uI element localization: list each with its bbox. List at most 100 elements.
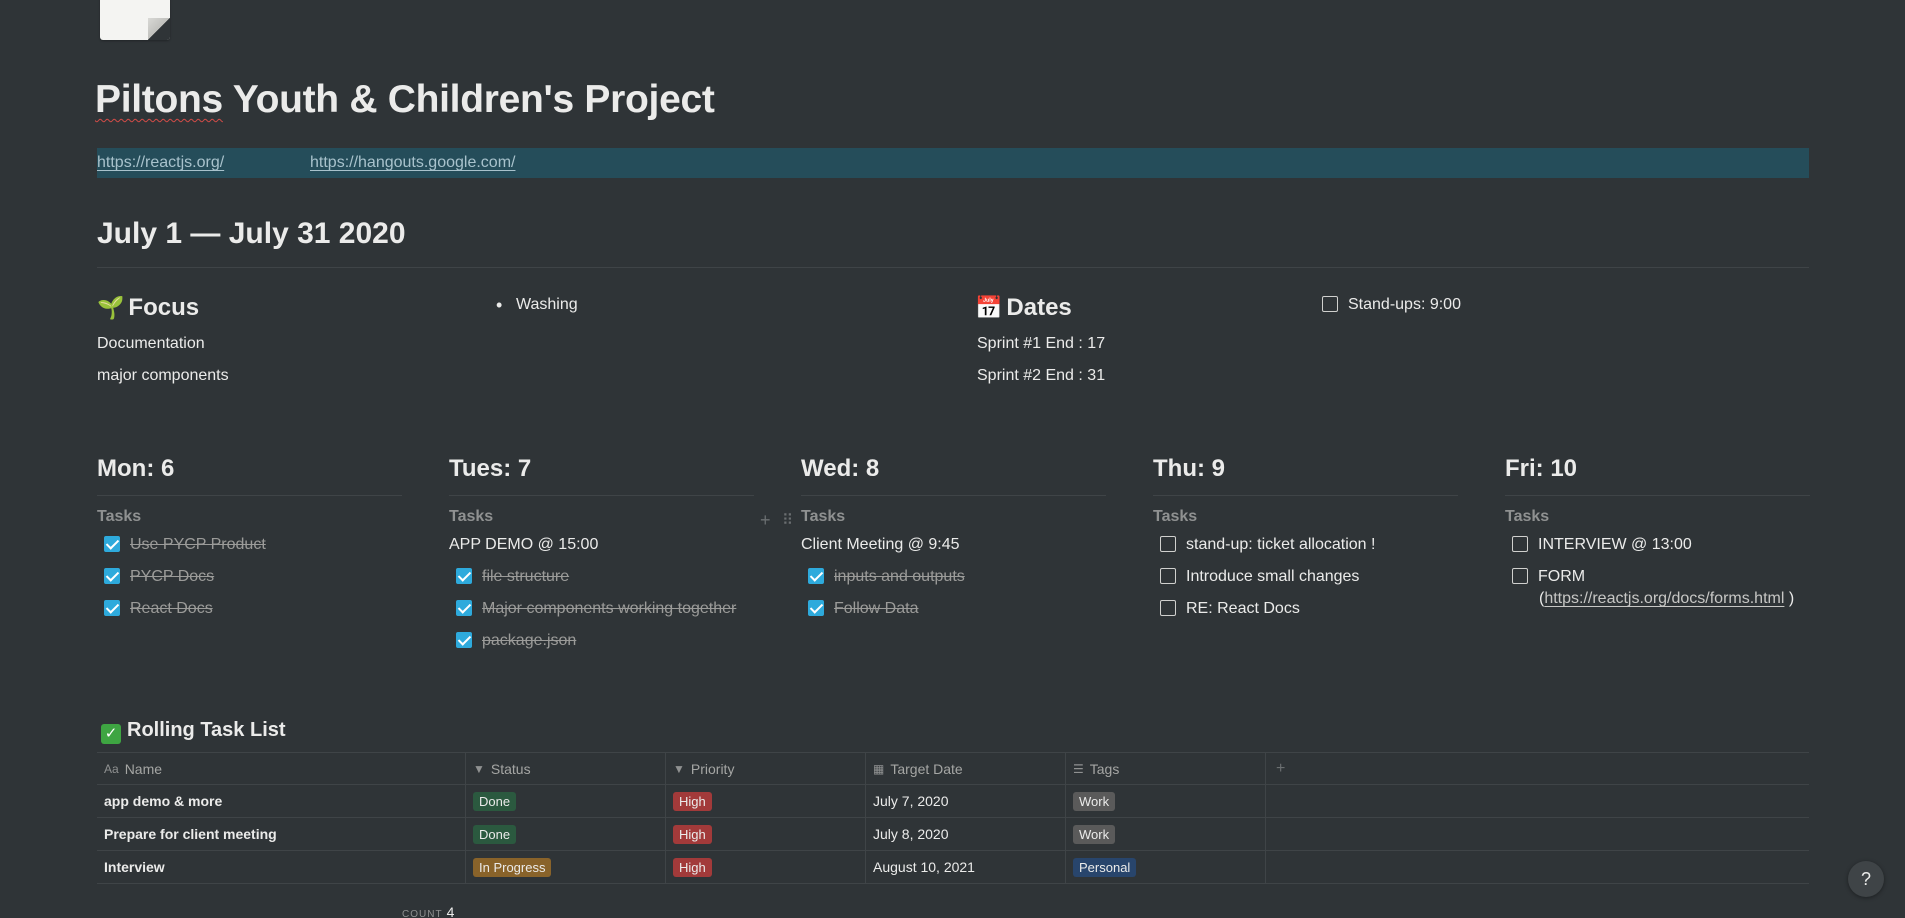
checkbox-icon[interactable] <box>1160 568 1176 584</box>
column-label: Tags <box>1089 760 1120 777</box>
count-label: COUNT <box>402 909 443 918</box>
tasks-label: Tasks <box>97 508 142 525</box>
checkbox-icon[interactable] <box>1512 536 1528 552</box>
cell-tags[interactable]: Work <box>1066 785 1266 817</box>
month-heading: July 1 — July 31 2020 <box>97 217 406 250</box>
forms-docs-link[interactable]: https://reactjs.org/docs/forms.html <box>1544 590 1784 607</box>
cell-empty[interactable] <box>1266 851 1809 883</box>
todo-label: file structure <box>482 568 570 585</box>
title-misspelled-word: Piltons <box>95 78 223 121</box>
todo-label: Major components working together <box>482 600 737 617</box>
day-heading: Wed: 8 <box>801 455 880 482</box>
focus-line: Documentation <box>97 335 205 352</box>
links-callout: https://reactjs.org/ https://hangouts.go… <box>97 148 1809 178</box>
tag-chip: Work <box>1073 824 1116 844</box>
checkbox-icon[interactable] <box>1322 296 1338 312</box>
rolling-task-list-heading[interactable]: ✓ Rolling Task List <box>101 719 286 744</box>
column-header-priority[interactable]: ▼ Priority <box>666 753 866 784</box>
plus-icon: + <box>1276 759 1286 777</box>
divider <box>97 495 402 496</box>
priority-tag: High <box>673 857 712 877</box>
divider <box>1153 495 1458 496</box>
column-label: Target Date <box>890 760 963 777</box>
cell-empty[interactable] <box>1266 818 1809 850</box>
add-block-icon[interactable]: + <box>760 510 771 531</box>
tag-chip: Personal <box>1073 857 1137 877</box>
day-column-fri: Fri: 10 Tasks INTERVIEW @ 13:00 FORM (htt… <box>1505 455 1810 610</box>
table-row[interactable]: app demo & more Done High July 7, 2020 Work <box>97 785 1809 818</box>
column-header-name[interactable]: Aa Name <box>97 753 466 784</box>
bulleted-item: Washing <box>496 295 578 316</box>
column-header-status[interactable]: ▼ Status <box>466 753 666 784</box>
checkbox-icon[interactable] <box>1512 568 1528 584</box>
checked-checkbox-icon[interactable] <box>104 536 120 552</box>
checkmark-icon: ✓ <box>101 724 121 744</box>
cell-status[interactable]: Done <box>466 818 666 850</box>
cell-target-date[interactable]: August 10, 2021 <box>866 851 1066 883</box>
count-footer: COUNT 4 <box>402 904 454 918</box>
form-link-close: ) <box>1784 590 1795 607</box>
todo-label: package.json <box>482 632 577 649</box>
select-property-icon: ▼ <box>673 761 685 776</box>
focus-line: major components <box>97 367 229 384</box>
divider <box>449 495 754 496</box>
checkbox-icon[interactable] <box>1160 536 1176 552</box>
cell-target-date[interactable]: July 7, 2020 <box>866 785 1066 817</box>
todo-item: package.json <box>449 630 754 662</box>
todo-item: PYCP Docs <box>97 566 402 598</box>
cell-tags[interactable]: Personal <box>1066 851 1266 883</box>
todo-item: FORM (https://reactjs.org/docs/forms.html… <box>1505 566 1810 610</box>
text-line: APP DEMO @ 15:00 <box>449 536 599 553</box>
title-rest: Youth & Children's Project <box>222 78 715 121</box>
todo-item: file structure <box>449 566 754 598</box>
drag-handle-icon[interactable]: ⠿ <box>782 511 793 529</box>
checked-checkbox-icon[interactable] <box>456 632 472 648</box>
cell-empty[interactable] <box>1266 785 1809 817</box>
list-property-icon: ☰ <box>1073 761 1084 776</box>
cell-target-date[interactable]: July 8, 2020 <box>866 818 1066 850</box>
checked-checkbox-icon[interactable] <box>456 600 472 616</box>
day-column-thu: Thu: 9 Tasks stand-up: ticket allocation… <box>1153 455 1458 630</box>
select-property-icon: ▼ <box>473 761 485 776</box>
todo-label: RE: React Docs <box>1186 600 1300 617</box>
checked-checkbox-icon[interactable] <box>104 568 120 584</box>
page-title[interactable]: Piltons Youth & Children's Project <box>95 78 715 122</box>
link-reactjs[interactable]: https://reactjs.org/ <box>97 154 224 172</box>
day-heading: Tues: 7 <box>449 455 532 482</box>
table-row[interactable]: Interview In Progress High August 10, 2021 P… <box>97 851 1809 884</box>
day-column-wed: Wed: 8 Tasks Client Meeting @ 9:45 input… <box>801 455 1106 630</box>
column-header-tags[interactable]: ☰ Tags <box>1066 753 1266 784</box>
todo-item: Follow Data <box>801 598 1106 630</box>
focus-heading: 🌱 Focus <box>97 294 199 322</box>
link-hangouts[interactable]: https://hangouts.google.com/ <box>310 154 515 172</box>
cell-status[interactable]: In Progress <box>466 851 666 883</box>
cell-name[interactable]: Interview <box>97 851 466 883</box>
focus-heading-label: Focus <box>128 294 200 321</box>
seedling-icon: 🌱 <box>97 295 125 320</box>
page-icon[interactable] <box>100 0 170 40</box>
todo-item: stand-up: ticket allocation ! <box>1153 534 1458 566</box>
checked-checkbox-icon[interactable] <box>808 600 824 616</box>
task-name: Prepare for client meeting <box>104 826 277 842</box>
cell-name[interactable]: Prepare for client meeting <box>97 818 466 850</box>
add-column-button[interactable]: + <box>1266 753 1809 784</box>
cell-priority[interactable]: High <box>666 851 866 883</box>
cell-priority[interactable]: High <box>666 818 866 850</box>
todo-label: Use PYCP Product <box>130 536 266 553</box>
tasks-label: Tasks <box>449 508 494 525</box>
rolling-heading-label: Rolling Task List <box>127 719 286 741</box>
status-tag: Done <box>473 791 517 811</box>
checkbox-icon[interactable] <box>1160 600 1176 616</box>
todo-label: Follow Data <box>834 600 919 617</box>
cell-priority[interactable]: High <box>666 785 866 817</box>
column-header-target-date[interactable]: ▦ Target Date <box>866 753 1066 784</box>
checked-checkbox-icon[interactable] <box>456 568 472 584</box>
dates-line: Sprint #1 End : 17 <box>977 335 1106 352</box>
table-row[interactable]: Prepare for client meeting Done High July 8… <box>97 818 1809 851</box>
checked-checkbox-icon[interactable] <box>808 568 824 584</box>
help-button[interactable]: ? <box>1848 861 1884 897</box>
cell-status[interactable]: Done <box>466 785 666 817</box>
cell-name[interactable]: app demo & more <box>97 785 466 817</box>
cell-tags[interactable]: Work <box>1066 818 1266 850</box>
checked-checkbox-icon[interactable] <box>104 600 120 616</box>
